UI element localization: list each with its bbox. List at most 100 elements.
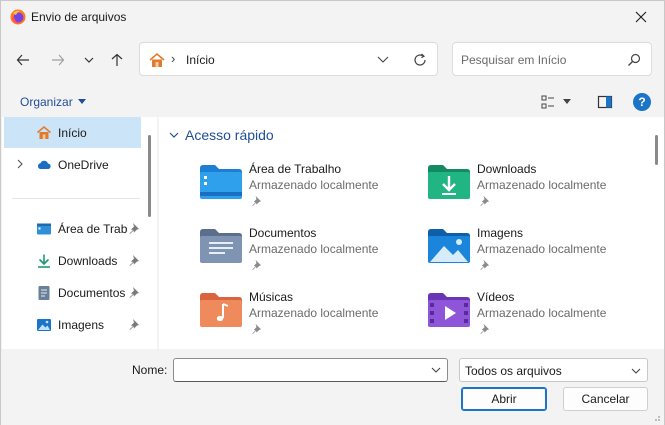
tile-name: Área de Trabalho [249, 162, 342, 176]
help-button[interactable]: ? [633, 93, 651, 111]
caret-down-icon [563, 99, 571, 104]
file-type-value: Todos os arquivos [465, 364, 562, 378]
breadcrumb-location[interactable]: Início [186, 53, 215, 67]
chevron-down-icon[interactable] [431, 366, 441, 374]
pictures-folder-icon [428, 229, 470, 263]
sidebar-item-label: OneDrive [58, 158, 109, 172]
sidebar-item-label: Downloads [58, 254, 118, 268]
quick-access-tile-downloads[interactable]: Downloads Armazenado localmente [427, 162, 647, 218]
sidebar-item-onedrive[interactable]: OneDrive [4, 149, 141, 180]
change-view-button[interactable] [541, 94, 581, 110]
close-icon [635, 11, 647, 22]
content-pane: Acesso rápido Área de Trabalho Armazenad… [159, 117, 664, 349]
pin-icon [129, 255, 139, 266]
address-bar[interactable]: › Início [139, 42, 438, 76]
file-name-field[interactable] [173, 358, 448, 382]
cloud-icon [37, 160, 51, 169]
tile-subtitle: Armazenado localmente [477, 306, 607, 320]
quick-access-tile-desktop[interactable]: Área de Trabalho Armazenado localmente [199, 162, 419, 218]
document-icon [38, 286, 50, 300]
window-title: Envio de arquivos [31, 10, 127, 24]
refresh-icon[interactable] [412, 52, 428, 68]
file-name-input[interactable] [178, 362, 423, 378]
search-icon [628, 53, 641, 66]
pin-icon [129, 287, 139, 298]
tile-name: Vídeos [477, 290, 515, 304]
desktop-icon [37, 223, 51, 235]
sidebar-item-pictures[interactable]: Imagens [4, 309, 141, 340]
quick-access-tile-videos[interactable]: Vídeos Armazenado localmente [427, 290, 647, 346]
recent-locations-button[interactable] [78, 49, 100, 71]
home-icon [37, 126, 51, 139]
search-input[interactable]: Pesquisar em Início [452, 42, 652, 76]
quick-access-tile-music[interactable]: Músicas Armazenado localmente [199, 290, 419, 346]
tile-subtitle: Armazenado localmente [249, 242, 379, 256]
chevron-right-icon[interactable] [15, 159, 25, 169]
tile-subtitle: Armazenado localmente [477, 242, 607, 256]
organize-label: Organizar [20, 95, 73, 109]
forward-button[interactable] [47, 49, 69, 71]
quick-access-tile-pictures[interactable]: Imagens Armazenado localmente [427, 226, 647, 282]
open-button[interactable]: Abrir [461, 387, 547, 411]
tile-subtitle: Armazenado localmente [477, 178, 607, 192]
sidebar-item-home[interactable]: Início [4, 117, 141, 148]
navigation-pane: Início OneDrive Área de Trabalho [2, 117, 157, 349]
chevron-down-icon [84, 57, 94, 63]
pin-icon [129, 319, 139, 330]
quick-access-header[interactable]: Acesso rápido [169, 127, 274, 143]
tile-name: Imagens [477, 226, 524, 240]
back-button[interactable] [12, 49, 34, 71]
command-bar: Organizar ? [1, 87, 664, 117]
organize-menu-button[interactable]: Organizar [20, 95, 86, 109]
pin-icon [480, 259, 490, 270]
pin-icon [252, 195, 262, 206]
navigation-scrollbar[interactable] [148, 135, 151, 217]
quick-access-tile-documents[interactable]: Documentos Armazenado localmente [199, 226, 419, 282]
title-bar: Envio de arquivos [1, 1, 664, 32]
documents-folder-icon [200, 229, 242, 263]
view-options-icon [541, 95, 554, 109]
download-icon [38, 254, 50, 268]
videos-folder-icon [428, 293, 470, 327]
tile-name: Documentos [249, 226, 317, 240]
content-scrollbar[interactable] [655, 135, 658, 165]
home-icon [149, 52, 165, 67]
chevron-down-icon [631, 368, 641, 374]
pin-icon [129, 223, 139, 234]
search-placeholder: Pesquisar em Início [461, 53, 567, 67]
cancel-button[interactable]: Cancelar [563, 387, 648, 411]
firefox-icon [10, 9, 26, 25]
pin-icon [252, 259, 262, 270]
help-icon: ? [638, 95, 646, 109]
sidebar-item-documents[interactable]: Documentos [4, 277, 141, 308]
chevron-down-icon [169, 132, 179, 138]
file-dialog-window: Envio de arquivos › Início Pesquisar em … [0, 0, 665, 425]
pin-icon [480, 323, 490, 334]
pin-icon [480, 195, 490, 206]
sidebar-item-downloads[interactable]: Downloads [4, 245, 141, 276]
sidebar-item-label: Documentos [58, 286, 126, 300]
sidebar-item-label: Início [58, 126, 87, 140]
preview-pane-icon[interactable] [597, 94, 613, 110]
pin-icon [252, 323, 262, 334]
caret-down-icon [77, 99, 86, 104]
file-name-label: Nome: [132, 363, 168, 377]
breadcrumb-chevron-icon: › [171, 51, 176, 66]
sidebar-item-desktop[interactable]: Área de Trabalho [4, 213, 141, 244]
sidebar-item-label: Área de Trabalho [58, 222, 128, 236]
arrow-right-icon [52, 54, 65, 66]
sidebar-item-label: Imagens [58, 318, 105, 332]
close-button[interactable] [618, 1, 664, 32]
music-folder-icon [200, 293, 242, 327]
resize-grip-icon[interactable] [651, 412, 661, 422]
address-dropdown-icon[interactable] [376, 54, 390, 66]
desktop-folder-icon [200, 165, 242, 199]
arrow-up-icon [111, 53, 123, 66]
tile-subtitle: Armazenado localmente [249, 306, 379, 320]
file-type-select[interactable]: Todos os arquivos [459, 358, 648, 382]
section-title: Acesso rápido [185, 127, 274, 143]
downloads-folder-icon [428, 165, 470, 199]
tile-name: Músicas [249, 290, 294, 304]
arrow-left-icon [16, 54, 29, 66]
up-button[interactable] [106, 49, 128, 71]
